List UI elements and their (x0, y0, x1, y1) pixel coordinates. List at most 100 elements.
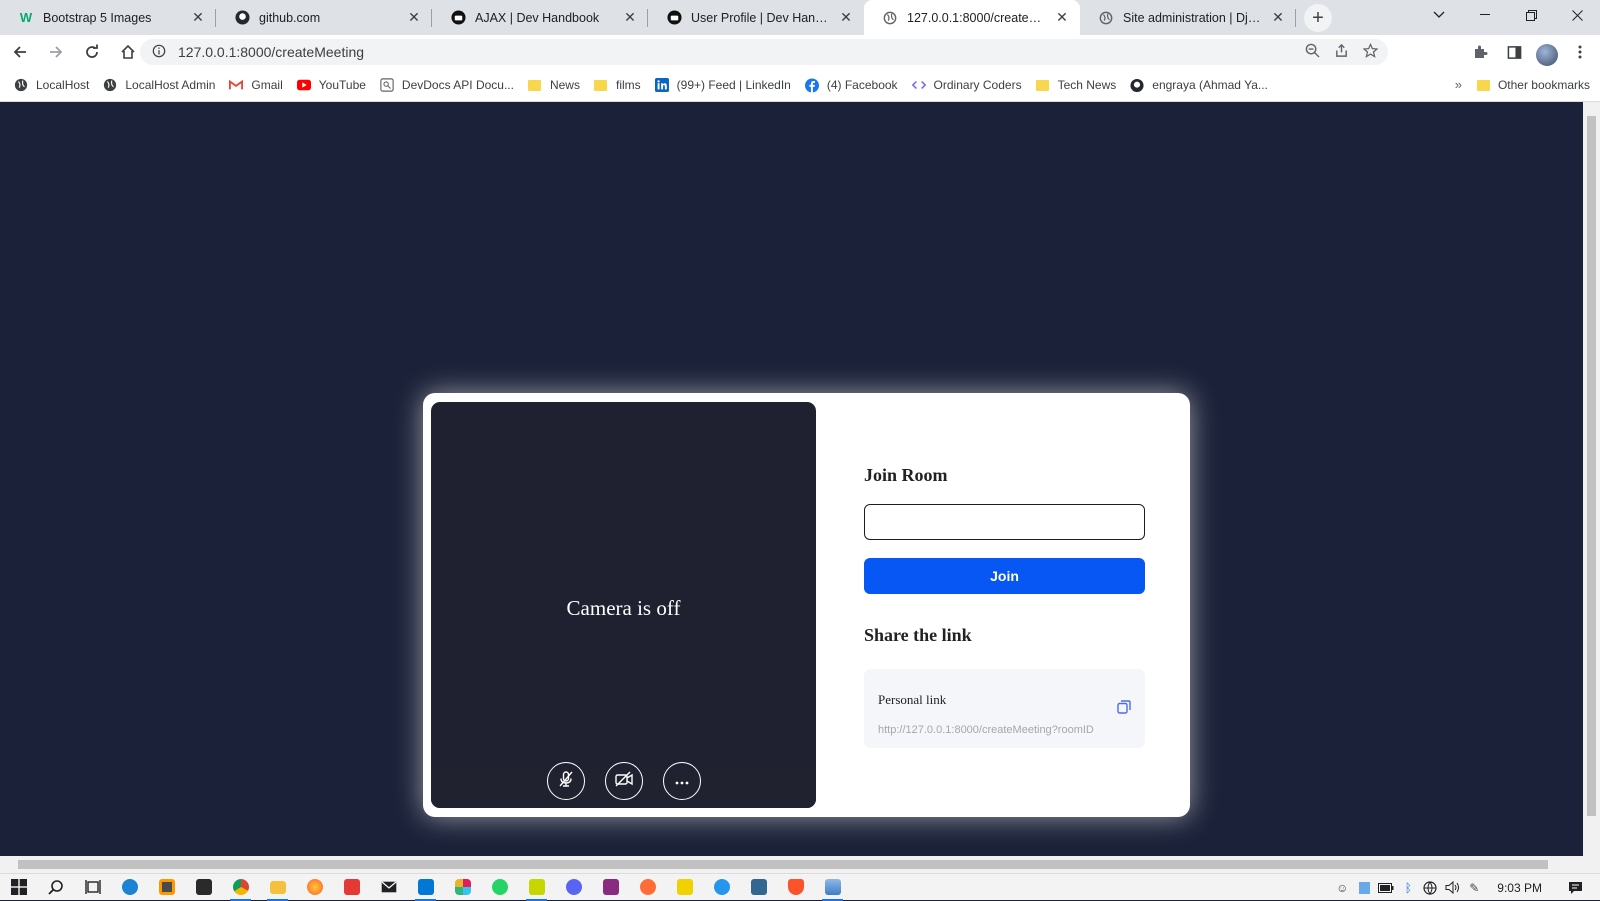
tab-create-meeting[interactable]: 127.0.0.1:8000/createMeeting ✕ (864, 0, 1080, 35)
firefox-icon[interactable] (296, 874, 333, 901)
linkedin-icon (654, 78, 669, 92)
edge-browser-icon[interactable] (111, 874, 148, 901)
bookmark-github-engraya[interactable]: engraya (Ahmad Ya... (1130, 78, 1268, 92)
notes-tray-icon[interactable] (1353, 881, 1375, 894)
site-info-icon[interactable] (152, 44, 166, 61)
task-view-icon[interactable] (74, 874, 111, 901)
bookmark-localhost-admin[interactable]: LocalHost Admin (103, 78, 215, 92)
windows-start-icon[interactable] (0, 874, 37, 901)
minimize-icon[interactable] (1462, 0, 1508, 30)
store-icon[interactable] (185, 874, 222, 901)
app-yellow-icon[interactable] (666, 874, 703, 901)
tab-ajax-dev-handbook[interactable]: AJAX | Dev Handbook ✕ (432, 0, 648, 35)
horizontal-scrollbar[interactable] (0, 856, 1600, 873)
share-icon[interactable] (1334, 43, 1349, 61)
tab-title: 127.0.0.1:8000/createMeeting (907, 10, 1048, 25)
bookmark-linkedin[interactable]: (99+) Feed | LinkedIn (654, 78, 791, 92)
back-arrow-icon[interactable] (4, 36, 36, 68)
bookmark-label: News (549, 78, 580, 92)
slack-icon[interactable] (444, 874, 481, 901)
reload-icon[interactable] (76, 36, 108, 68)
bookmark-folder-tech-news[interactable]: Tech News (1036, 78, 1116, 92)
pen-icon[interactable]: ✎ (1463, 881, 1485, 895)
tab-github[interactable]: github.com ✕ (216, 0, 432, 35)
sticky-notes-icon[interactable] (518, 874, 555, 901)
room-id-input[interactable] (864, 504, 1145, 540)
other-bookmarks-folder[interactable]: Other bookmarks (1476, 78, 1590, 92)
profile-avatar[interactable] (1536, 43, 1558, 66)
personal-link-label: Personal link (878, 692, 947, 707)
camera-off-icon (614, 770, 634, 793)
menu-kebab-icon[interactable] (1568, 36, 1592, 68)
address-bar[interactable]: 127.0.0.1:8000/createMeeting (140, 39, 1388, 65)
photos-app-icon[interactable] (814, 874, 851, 901)
postman-icon[interactable] (629, 874, 666, 901)
side-panel-icon[interactable] (1502, 36, 1526, 68)
toggle-mic-button[interactable] (546, 762, 585, 800)
vertical-scroll-thumb[interactable] (1587, 116, 1596, 816)
app-m-icon[interactable] (592, 874, 629, 901)
zoom-icon[interactable] (1305, 43, 1320, 61)
close-tab-icon[interactable]: ✕ (838, 9, 854, 26)
brave-icon[interactable] (777, 874, 814, 901)
bluetooth-icon[interactable]: ᛒ (1397, 881, 1419, 895)
bookmark-folder-films[interactable]: films (594, 78, 641, 92)
ellipsis-icon (675, 772, 689, 790)
join-button[interactable]: Join (864, 558, 1145, 594)
close-tab-icon[interactable]: ✕ (622, 9, 638, 26)
other-bookmarks-label: Other bookmarks (1497, 78, 1590, 92)
horizontal-scroll-thumb[interactable] (18, 860, 1548, 869)
tab-django-site-admin[interactable]: Site administration | Django site admin … (1080, 0, 1296, 35)
search-icon[interactable] (37, 874, 74, 901)
toggle-camera-button[interactable] (604, 762, 643, 800)
more-options-button[interactable] (662, 762, 701, 800)
tab-title: AJAX | Dev Handbook (475, 10, 600, 25)
new-tab-button[interactable]: + (1304, 4, 1332, 32)
clock[interactable]: 9:03 PM (1497, 881, 1542, 895)
extensions-puzzle-icon[interactable] (1468, 36, 1492, 68)
close-tab-icon[interactable]: ✕ (1054, 9, 1070, 26)
tab-search-icon[interactable] (1416, 0, 1462, 30)
close-tab-icon[interactable]: ✕ (1270, 9, 1286, 26)
docker-icon[interactable] (703, 874, 740, 901)
bookmark-localhost[interactable]: LocalHost (14, 78, 89, 92)
bookmark-folder-news[interactable]: News (528, 78, 580, 92)
close-tab-icon[interactable]: ✕ (406, 9, 422, 26)
tab-bootstrap-images[interactable]: W Bootstrap 5 Images ✕ (0, 0, 216, 35)
bookmark-youtube[interactable]: YouTube (296, 78, 366, 92)
bookmark-star-icon[interactable] (1362, 42, 1379, 61)
app-red-icon[interactable] (333, 874, 370, 901)
copy-link-icon[interactable] (1117, 700, 1131, 719)
gmail-icon (229, 78, 244, 92)
bookmark-devdocs[interactable]: DevDocs API Docu... (380, 78, 514, 92)
sublime-text-icon[interactable] (148, 874, 185, 901)
discord-icon[interactable] (555, 874, 592, 901)
chrome-icon[interactable] (222, 874, 259, 901)
people-icon[interactable]: ☺ (1331, 881, 1353, 895)
bookmark-label: films (615, 78, 641, 92)
whatsapp-icon[interactable] (481, 874, 518, 901)
volume-icon[interactable] (1441, 881, 1463, 894)
postgresql-icon[interactable] (740, 874, 777, 901)
close-tab-icon[interactable]: ✕ (190, 9, 206, 26)
browser-toolbar: 127.0.0.1:8000/createMeeting (0, 35, 1600, 69)
close-window-icon[interactable] (1554, 0, 1600, 30)
restore-icon[interactable] (1508, 0, 1554, 30)
vscode-icon[interactable] (407, 874, 444, 901)
browser-tab-bar: W Bootstrap 5 Images ✕ github.com ✕ AJAX… (0, 0, 1600, 35)
address-url[interactable]: 127.0.0.1:8000/createMeeting (178, 44, 364, 60)
bookmark-ordinary-coders[interactable]: Ordinary Coders (911, 78, 1022, 92)
mail-icon[interactable] (370, 874, 407, 901)
battery-icon[interactable] (1375, 882, 1397, 893)
forward-arrow-icon[interactable] (40, 36, 72, 68)
bookmark-gmail[interactable]: Gmail (229, 78, 283, 92)
globe-icon (1098, 10, 1114, 26)
bookmark-label: LocalHost (36, 78, 90, 92)
vertical-scrollbar[interactable] (1583, 102, 1600, 856)
network-icon[interactable] (1419, 880, 1441, 895)
tab-user-profile-dev-handbook[interactable]: User Profile | Dev Handbook ✕ (648, 0, 864, 35)
more-bookmarks-chevron[interactable]: » (1455, 77, 1462, 92)
notifications-icon[interactable] (1564, 881, 1586, 895)
file-explorer-icon[interactable] (259, 874, 296, 901)
bookmark-facebook[interactable]: (4) Facebook (804, 78, 898, 92)
